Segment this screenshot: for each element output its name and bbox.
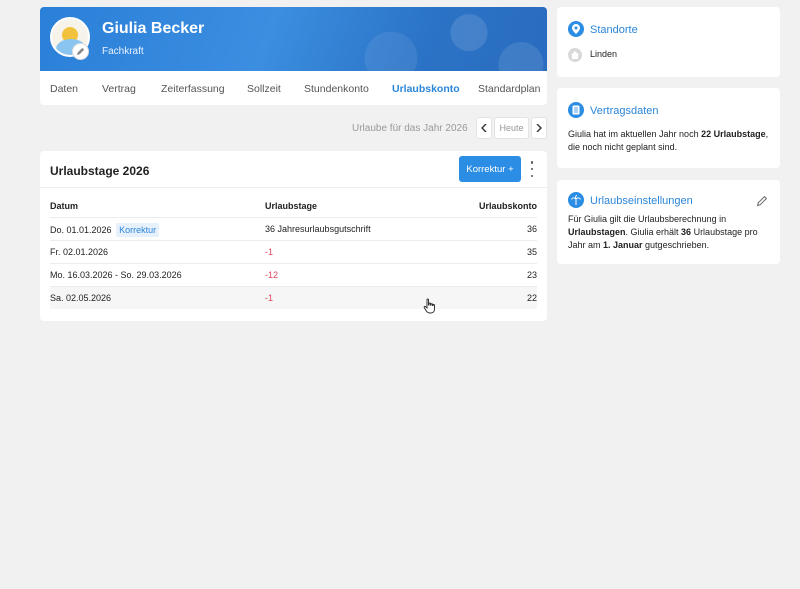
next-year-button[interactable] (531, 117, 547, 139)
palm-tree-icon (568, 192, 584, 208)
chevron-left-icon (481, 124, 487, 132)
tab-urlaubskonto[interactable]: Urlaubskonto (392, 83, 460, 95)
tab-bar: Daten Vertrag Zeiterfassung Sollzeit Stu… (40, 71, 547, 105)
tab-sollzeit[interactable]: Sollzeit (247, 83, 281, 95)
more-options-icon[interactable] (527, 161, 537, 177)
urlaubseinstellungen-title: Urlaubseinstellungen (590, 195, 693, 207)
vertragsdaten-card: Vertragsdaten Giulia hat im aktuellen Ja… (557, 88, 780, 168)
vacation-days-card: Urlaubstage 2026 Korrektur + Datum Urlau… (40, 151, 547, 321)
row-date: Mo. 16.03.2026 - So. 29.03.2026 (50, 270, 182, 280)
table-row[interactable]: Sa. 02.05.2026 -1 22 (50, 286, 537, 309)
standorte-card: Standorte Linden (557, 7, 780, 77)
korrektur-badge[interactable]: Korrektur (116, 223, 160, 237)
korrektur-button[interactable]: Korrektur + (459, 156, 521, 182)
profile-banner (40, 7, 547, 71)
year-label: Urlaube für das Jahr 2026 (352, 123, 468, 134)
row-date: Do. 01.01.2026 Korrektur (50, 223, 160, 237)
row-account: 35 (526, 247, 537, 257)
row-days: 36 (265, 224, 276, 234)
urlaubseinstellungen-card: Urlaubseinstellungen Für Giulia gilt die… (557, 180, 780, 264)
vertragsdaten-title: Vertragsdaten (590, 105, 659, 117)
tab-vertrag[interactable]: Vertrag (102, 83, 136, 95)
row-days: -1 (265, 293, 274, 303)
urlaubseinstellungen-text: Für Giulia gilt die Urlaubsberechnung in… (568, 214, 758, 250)
chevron-right-icon (536, 124, 542, 132)
prev-year-button[interactable] (476, 117, 492, 139)
divider (40, 187, 547, 188)
tab-standardplan[interactable]: Standardplan (478, 83, 540, 95)
edit-avatar-icon[interactable] (72, 43, 89, 60)
location-pin-icon (568, 21, 584, 37)
location-name: Linden (590, 49, 618, 59)
row-days: -1 (265, 247, 274, 257)
row-note: Jahresurlaubsgutschrift (277, 224, 371, 234)
today-button[interactable]: Heute (494, 117, 529, 139)
table-row: Mo. 16.03.2026 - So. 29.03.2026 -12 23 (50, 263, 537, 286)
row-date: Fr. 02.01.2026 (50, 247, 109, 257)
vacation-title: Urlaubstage 2026 (50, 164, 150, 178)
hand-cursor-icon (423, 298, 437, 314)
document-icon (568, 102, 584, 118)
row-account: 22 (526, 293, 537, 303)
row-date: Sa. 02.05.2026 (50, 293, 112, 303)
tab-zeiterfassung[interactable]: Zeiterfassung (161, 83, 225, 95)
table-row: Do. 01.01.2026 Korrektur 36 Jahresurlaub… (50, 217, 537, 240)
edit-pencil-icon[interactable] (756, 195, 768, 207)
row-account: 23 (526, 270, 537, 280)
table-row: Fr. 02.01.2026 -1 35 (50, 240, 537, 263)
row-days: -12 (265, 270, 279, 280)
profile-card: Giulia Becker Fachkraft Daten Vertrag Ze… (40, 7, 547, 105)
profile-name: Giulia Becker (102, 20, 205, 37)
tab-stundenkonto[interactable]: Stundenkonto (304, 83, 369, 95)
row-date-text: Do. 01.01.2026 (50, 225, 112, 235)
vertragsdaten-text: Giulia hat im aktuellen Jahr noch 22 Url… (568, 129, 769, 152)
standorte-title: Standorte (590, 24, 638, 36)
profile-role: Fachkraft (102, 46, 144, 57)
column-header-date: Datum (50, 201, 79, 211)
column-header-days: Urlaubstage (265, 201, 318, 211)
tab-daten[interactable]: Daten (50, 83, 78, 95)
row-account: 36 (526, 224, 537, 234)
column-header-account: Urlaubskonto (478, 201, 537, 211)
home-icon (568, 48, 582, 62)
